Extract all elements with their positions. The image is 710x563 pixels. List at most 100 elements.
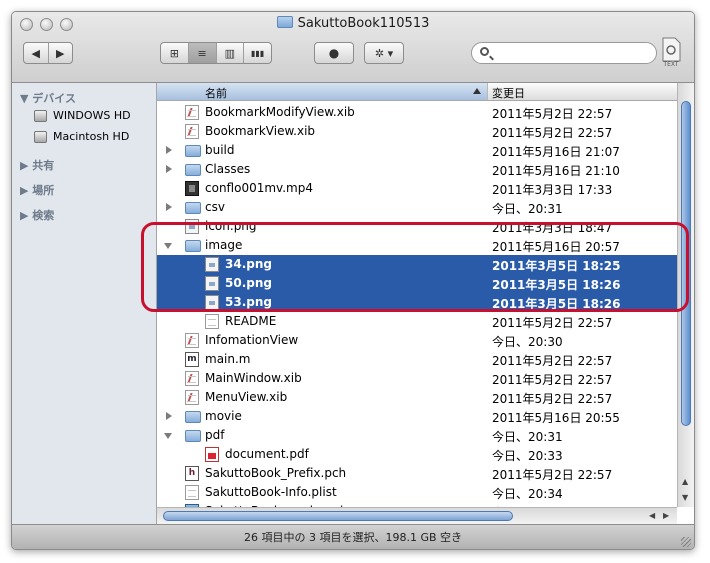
history-nav: ◀ ▶ xyxy=(23,42,73,64)
date-column-header[interactable]: 変更日 xyxy=(488,85,525,101)
action-wrapper: ✲ ▾ xyxy=(365,43,403,63)
file-date: 2011年5月2日 22:57 xyxy=(492,126,613,140)
disclosure-closed-icon[interactable] xyxy=(166,146,172,154)
file-name: MainWindow.xib xyxy=(205,371,302,385)
file-date: 今日、20:31 xyxy=(492,202,563,216)
toolbar: SakuttoBook110513 ◀ ▶ ⊞ ≡ ▥ ▮▮▮ ● ✲ ▾ TE… xyxy=(12,12,694,83)
file-row[interactable]: icon.png 2011年3月3日 18:47 xyxy=(157,217,677,236)
file-row[interactable]: README 2011年5月2日 22:57 xyxy=(157,312,677,331)
action-menu-button[interactable]: ✲ ▾ xyxy=(364,42,404,64)
folder-row[interactable]: build 2011年5月16日 21:07 xyxy=(157,141,677,160)
file-date: 今日、20:31 xyxy=(492,430,563,444)
file-list: 名前 変更日 BookmarkModifyView.xib 2011年5月2日 2… xyxy=(157,83,694,524)
name-column-header[interactable]: 名前 xyxy=(157,83,488,100)
scroll-up-arrow-icon[interactable]: ▲ xyxy=(682,477,688,486)
file-row[interactable]: BookmarkModifyView.xib 2011年5月2日 22:57 xyxy=(157,103,677,122)
scroll-down-arrow-icon[interactable]: ▼ xyxy=(682,493,688,502)
text-file-icon[interactable]: TEXT xyxy=(660,37,682,69)
vertical-scroll-thumb[interactable] xyxy=(681,101,691,426)
folder-file-icon xyxy=(185,411,201,423)
sidebar-search-header[interactable]: ▶ 検索 xyxy=(20,207,54,223)
file-row[interactable]: InfomationView 今日、20:30 xyxy=(157,331,677,350)
resize-grip-icon[interactable] xyxy=(681,537,691,547)
file-name: MenuView.xib xyxy=(205,390,288,404)
coverflow-view-button[interactable]: ▮▮▮ xyxy=(244,43,271,63)
view-mode-selector: ⊞ ≡ ▥ ▮▮▮ xyxy=(160,42,272,64)
folder-row[interactable]: image 2011年5月16日 20:57 xyxy=(157,236,677,255)
quicklook-button[interactable]: ● xyxy=(314,42,354,64)
video-file-icon xyxy=(185,181,199,196)
file-date: 今日、20:34 xyxy=(492,487,563,501)
file-row[interactable]: BookmarkView.xib 2011年5月2日 22:57 xyxy=(157,122,677,141)
vertical-scrollbar[interactable]: ▲ ▼ xyxy=(677,83,694,507)
search-field[interactable] xyxy=(471,42,657,64)
file-name: 53.png xyxy=(225,295,272,309)
sidebar-item-label: Macintosh HD xyxy=(53,130,130,143)
file-row[interactable]: 34.png 2011年3月5日 18:25 xyxy=(157,255,677,274)
file-date: 2011年3月5日 18:26 xyxy=(492,278,621,292)
folder-row[interactable]: Classes 2011年5月16日 21:10 xyxy=(157,160,677,179)
file-name: README xyxy=(225,314,277,328)
scroll-right-arrow-icon[interactable]: ▶ xyxy=(663,511,669,520)
hard-disk-icon xyxy=(34,109,47,122)
sidebar-places-header[interactable]: ▶ 場所 xyxy=(20,182,54,198)
file-row[interactable]: m main.m 2011年5月2日 22:57 xyxy=(157,350,677,369)
icon-view-button[interactable]: ⊞ xyxy=(161,43,189,63)
forward-button[interactable]: ▶ xyxy=(49,43,73,63)
date-column-label: 変更日 xyxy=(492,87,525,100)
file-name: csv xyxy=(205,200,225,214)
h-file-icon: h xyxy=(185,466,199,481)
png-file-icon xyxy=(205,257,219,272)
sidebar: ▼ デバイス WINDOWS HD Macintosh HD ▶ 共有 ▶ 場所… xyxy=(12,83,157,524)
file-date: 今日、20:30 xyxy=(492,335,563,349)
file-row[interactable]: MenuView.xib 2011年5月2日 22:57 xyxy=(157,388,677,407)
file-row[interactable]: 53.png 2011年3月5日 18:26 xyxy=(157,293,677,312)
file-row[interactable]: h SakuttoBook_Prefix.pch 2011年5月2日 22:57 xyxy=(157,464,677,483)
horizontal-scrollbar[interactable]: ◀ ▶ xyxy=(157,507,677,524)
folder-file-icon xyxy=(185,240,201,252)
file-date: 2011年3月3日 18:47 xyxy=(492,221,613,235)
file-name: BookmarkModifyView.xib xyxy=(205,105,355,119)
file-date: 2011年5月16日 21:10 xyxy=(492,164,620,178)
icon-view-icon: ⊞ xyxy=(169,46,179,60)
file-name: Classes xyxy=(205,162,251,176)
disclosure-open-icon[interactable] xyxy=(164,243,172,249)
sidebar-devices-header[interactable]: ▼ デバイス xyxy=(20,90,76,106)
scroll-left-arrow-icon[interactable]: ◀ xyxy=(649,511,655,520)
file-row[interactable]: MainWindow.xib 2011年5月2日 22:57 xyxy=(157,369,677,388)
file-row[interactable]: document.pdf 今日、20:33 xyxy=(157,445,677,464)
folder-row[interactable]: movie 2011年5月16日 20:55 xyxy=(157,407,677,426)
file-name: conflo001mv.mp4 xyxy=(205,181,313,195)
sidebar-item-macintosh-hd[interactable]: Macintosh HD xyxy=(34,130,129,143)
file-name: movie xyxy=(205,409,242,423)
file-row[interactable]: 50.png 2011年3月5日 18:26 xyxy=(157,274,677,293)
sidebar-item-windows-hd[interactable]: WINDOWS HD xyxy=(34,109,131,122)
folder-file-icon xyxy=(185,164,201,176)
disclosure-closed-icon[interactable] xyxy=(166,165,172,173)
xib-file-icon xyxy=(185,105,199,120)
back-button[interactable]: ◀ xyxy=(24,43,49,63)
xib-file-icon xyxy=(185,371,199,386)
disclosure-closed-icon[interactable] xyxy=(166,203,172,211)
folder-file-icon xyxy=(185,430,201,442)
png-file-icon xyxy=(185,219,199,234)
column-view-button[interactable]: ▥ xyxy=(217,43,245,63)
file-name: document.pdf xyxy=(225,447,309,461)
folder-row[interactable]: pdf 今日、20:31 xyxy=(157,426,677,445)
forward-arrow-icon: ▶ xyxy=(56,46,65,60)
folder-file-icon xyxy=(185,202,201,214)
horizontal-scroll-thumb[interactable] xyxy=(163,511,513,521)
list-view-button[interactable]: ≡ xyxy=(188,43,217,63)
folder-row[interactable]: csv 今日、20:31 xyxy=(157,198,677,217)
file-row[interactable]: SakuttoBook-Info.plist 今日、20:34 xyxy=(157,483,677,502)
eye-icon: ● xyxy=(328,46,340,60)
list-header: 名前 変更日 xyxy=(157,83,677,101)
doc-file-icon xyxy=(185,485,199,500)
sidebar-shared-header[interactable]: ▶ 共有 xyxy=(20,157,54,173)
disclosure-closed-icon[interactable] xyxy=(166,412,172,420)
search-input[interactable] xyxy=(496,45,650,62)
file-row[interactable]: conflo001mv.mp4 2011年3月3日 17:33 xyxy=(157,179,677,198)
file-name: InfomationView xyxy=(205,333,299,347)
disclosure-open-icon[interactable] xyxy=(164,433,172,439)
folder-file-icon xyxy=(185,145,201,157)
